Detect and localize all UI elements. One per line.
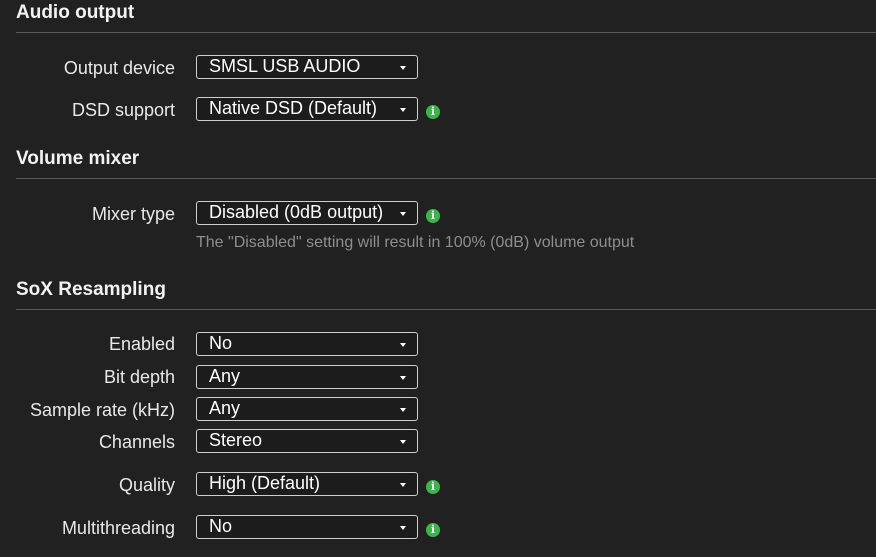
- caret-down-icon: [400, 212, 406, 216]
- mixer-type-help-text: The "Disabled" setting will result in 10…: [196, 234, 635, 251]
- info-circle-icon[interactable]: i: [426, 523, 440, 537]
- mixer-type-select[interactable]: Disabled (0dB output): [196, 201, 418, 225]
- dsd-support-label: DSD support: [71, 100, 175, 120]
- section-title-sox-resampling: SoX Resampling: [16, 279, 166, 300]
- channels-value: Stereo: [209, 430, 263, 450]
- section-title-audio-output: Audio output: [16, 2, 135, 23]
- info-circle-icon[interactable]: i: [426, 105, 440, 119]
- multithreading-select[interactable]: No: [196, 515, 418, 539]
- channels-label: Channels: [98, 432, 175, 452]
- bit-depth-select[interactable]: Any: [196, 365, 418, 389]
- section-divider: [16, 178, 876, 179]
- quality-select[interactable]: High (Default): [196, 472, 418, 496]
- bit-depth-label: Bit depth: [103, 367, 175, 387]
- info-circle-icon[interactable]: i: [426, 480, 440, 494]
- mixer-type-value: Disabled (0dB output): [209, 202, 384, 222]
- section-divider: [16, 32, 876, 33]
- section-title-volume-mixer: Volume mixer: [16, 148, 140, 169]
- bit-depth-value: Any: [209, 366, 241, 386]
- caret-down-icon: [400, 376, 406, 380]
- caret-down-icon: [400, 66, 406, 70]
- output-device-value: SMSL USB AUDIO: [209, 56, 361, 76]
- enabled-label: Enabled: [108, 334, 175, 354]
- output-device-select[interactable]: SMSL USB AUDIO: [196, 55, 418, 79]
- caret-down-icon: [400, 440, 406, 444]
- multithreading-label: Multithreading: [61, 518, 175, 538]
- sample-rate-select[interactable]: Any: [196, 397, 418, 421]
- dsd-support-select[interactable]: Native DSD (Default): [196, 97, 418, 121]
- caret-down-icon: [400, 408, 406, 412]
- dsd-support-value: Native DSD (Default): [209, 98, 378, 118]
- caret-down-icon: [400, 343, 406, 347]
- quality-value: High (Default): [209, 473, 321, 493]
- sample-rate-value: Any: [209, 398, 241, 418]
- caret-down-icon: [400, 526, 406, 530]
- mixer-type-label: Mixer type: [91, 204, 175, 224]
- info-circle-icon[interactable]: i: [426, 209, 440, 223]
- multithreading-value: No: [209, 516, 233, 536]
- caret-down-icon: [400, 483, 406, 487]
- quality-label: Quality: [118, 475, 175, 495]
- enabled-select[interactable]: No: [196, 332, 418, 356]
- sample-rate-label: Sample rate (kHz): [29, 400, 175, 420]
- output-device-label: Output device: [63, 58, 175, 78]
- section-divider: [16, 309, 876, 310]
- channels-select[interactable]: Stereo: [196, 429, 418, 453]
- caret-down-icon: [400, 108, 406, 112]
- enabled-value: No: [209, 333, 233, 353]
